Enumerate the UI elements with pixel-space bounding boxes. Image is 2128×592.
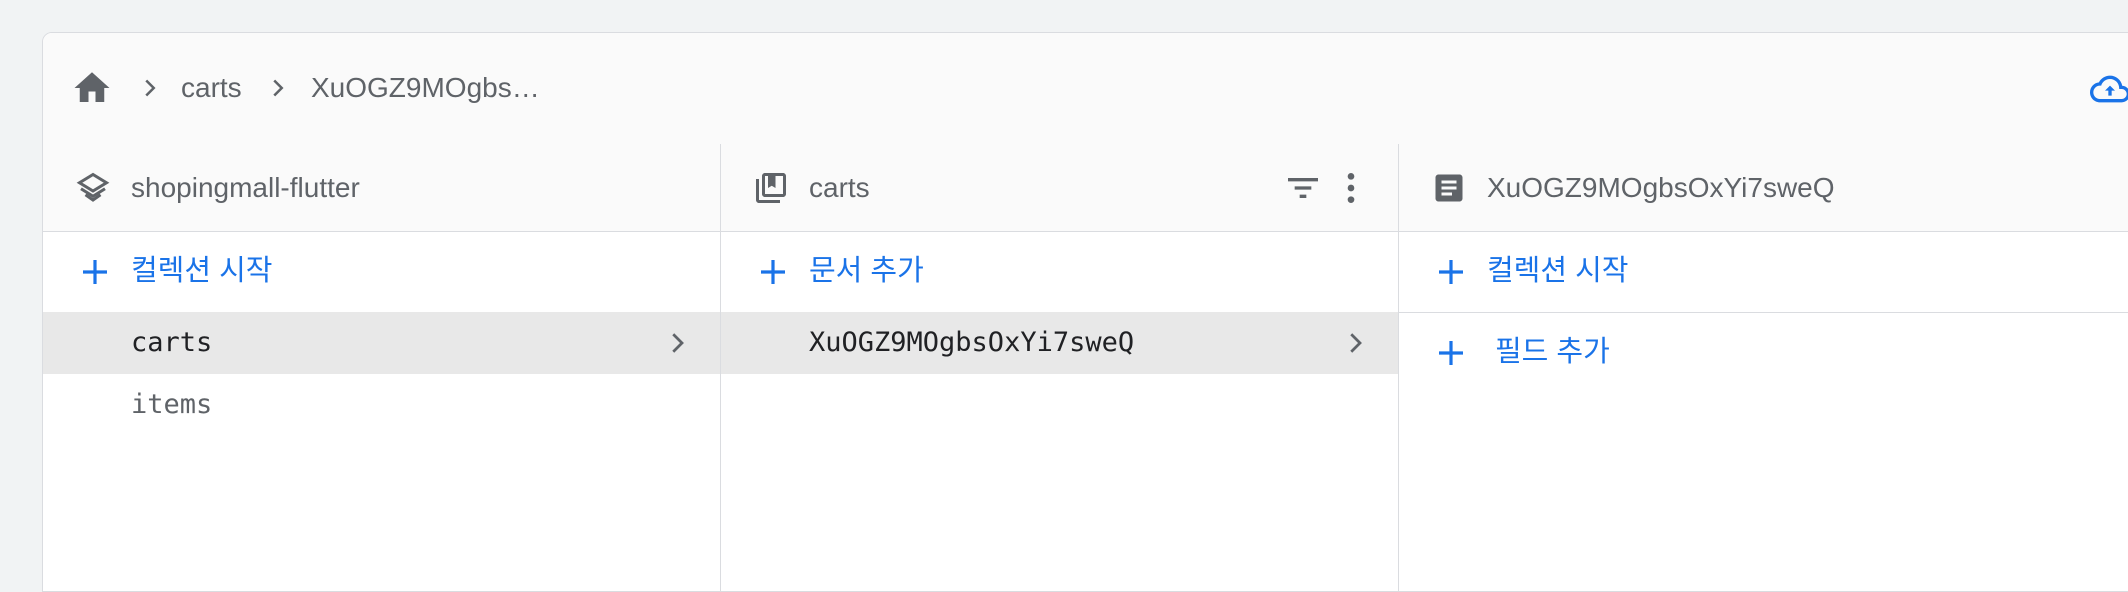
list-item-items[interactable]: items [43, 374, 720, 436]
home-icon[interactable] [71, 67, 113, 109]
root-column-header: shopingmall-flutter [43, 144, 720, 232]
collection-title: carts [809, 172, 870, 203]
breadcrumb-item-document[interactable]: XuOGZ9MOgbs… [311, 71, 540, 105]
add-document-label: 문서 추가 [809, 255, 924, 287]
start-collection-label: 컬렉션 시작 [1487, 255, 1629, 287]
document-column-header: XuOGZ9MOgbsOxYi7sweQ [1399, 144, 2128, 232]
chevron-right-icon [145, 79, 156, 97]
document-title: XuOGZ9MOgbsOxYi7sweQ [1487, 172, 1835, 203]
list-item-carts[interactable]: carts [43, 312, 720, 374]
plus-icon [1439, 260, 1463, 284]
chevron-right-icon [273, 79, 284, 97]
document-icon [1435, 174, 1463, 202]
plus-icon [1439, 341, 1463, 365]
root-column: shopingmall-flutter 컬렉션 시작 carts items [43, 144, 721, 591]
chevron-right-icon [1350, 333, 1362, 353]
document-id: XuOGZ9MOgbsOxYi7sweQ [809, 327, 1135, 358]
chevron-right-icon [672, 333, 684, 353]
layers-icon [76, 172, 110, 202]
start-collection-label: 컬렉션 시작 [131, 255, 273, 287]
breadcrumb: carts XuOGZ9MOgbs… [43, 33, 2128, 145]
add-field-button[interactable]: 필드 추가 [1399, 313, 2128, 393]
collection-icon [756, 173, 786, 203]
filter-icon[interactable] [1283, 168, 1323, 208]
add-field-label: 필드 추가 [1495, 336, 1610, 368]
list-item-document[interactable]: XuOGZ9MOgbsOxYi7sweQ [721, 312, 1398, 374]
start-collection-button[interactable]: 컬렉션 시작 [1399, 232, 2128, 312]
plus-icon [83, 260, 107, 284]
firestore-data-panel: carts XuOGZ9MOgbs… shopingmall-flutter 컬… [42, 32, 2128, 592]
collection-name: items [131, 389, 213, 420]
project-title: shopingmall-flutter [131, 172, 360, 203]
breadcrumb-item-carts[interactable]: carts [181, 71, 242, 105]
collection-column-header: carts [721, 144, 1398, 232]
plus-icon [761, 260, 785, 284]
collection-column: carts 문서 추가 XuOGZ9MOgbsOxYi7sweQ [721, 144, 1399, 591]
document-column: XuOGZ9MOgbsOxYi7sweQ 컬렉션 시작 필드 추가 [1399, 144, 2128, 591]
collection-name: carts [131, 327, 213, 358]
cloud-sync-icon[interactable] [2087, 69, 2128, 109]
start-collection-button[interactable]: 컬렉션 시작 [43, 232, 720, 312]
add-document-button[interactable]: 문서 추가 [721, 232, 1398, 312]
more-vert-icon[interactable] [1331, 168, 1371, 208]
